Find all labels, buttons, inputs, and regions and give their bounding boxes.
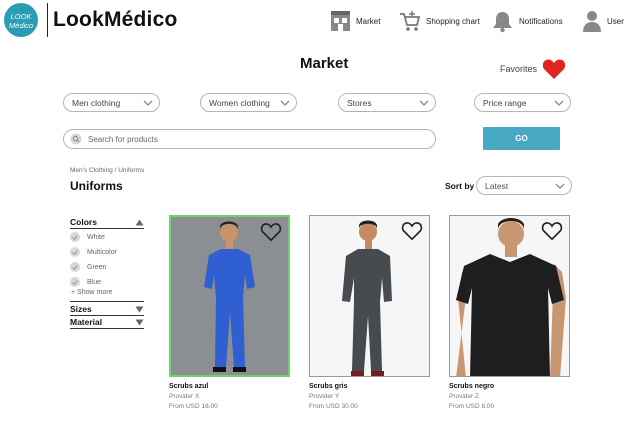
heart-outline-icon[interactable] <box>260 222 282 242</box>
chevron-down-icon <box>143 100 153 106</box>
product-name[interactable]: Scrubs azul <box>169 383 208 390</box>
divider <box>70 301 144 302</box>
product-name[interactable]: Scrubs gris <box>309 383 348 390</box>
filter-women-clothing[interactable]: Women clothing <box>200 93 297 112</box>
filter-sizes-header[interactable]: Sizes <box>70 304 144 314</box>
nav-user[interactable]: User <box>582 9 624 33</box>
product-name[interactable]: Scrubs negro <box>449 383 494 390</box>
color-option-green[interactable]: Green <box>70 262 106 272</box>
triangle-down-icon <box>135 306 144 313</box>
check-icon <box>72 279 78 285</box>
color-option-multicolor[interactable]: Multicolor <box>70 247 117 257</box>
bell-icon <box>493 11 512 32</box>
filter-colors-header[interactable]: Colors <box>70 217 144 227</box>
color-option-label: White <box>87 233 105 241</box>
favorites-label: Favorites <box>500 64 538 74</box>
checkbox[interactable] <box>70 247 80 257</box>
section-title: Uniforms <box>70 179 123 193</box>
filter-price-label: Price range <box>483 97 527 108</box>
page-title: Market <box>300 55 349 72</box>
product-provider: Provider X <box>169 393 200 400</box>
nav-notifications[interactable]: Notifications <box>491 9 563 33</box>
divider <box>70 328 144 329</box>
search-icon <box>70 133 82 145</box>
brand-name[interactable]: LookMédico <box>53 8 178 32</box>
triangle-down-icon <box>135 319 144 326</box>
product-price: From USD 30.00 <box>309 403 358 410</box>
nav-user-label: User <box>607 16 624 26</box>
color-option-label: Green <box>87 263 107 271</box>
filter-sizes-label: Sizes <box>70 304 92 314</box>
product-provider: Provider Y <box>309 393 340 400</box>
chevron-down-icon <box>555 183 565 189</box>
triangle-up-icon <box>135 219 144 226</box>
color-option-blue[interactable]: Blue <box>70 277 101 287</box>
checkbox[interactable] <box>70 262 80 272</box>
heart-filled-icon <box>542 59 566 79</box>
color-option-label: Blue <box>87 278 102 286</box>
product-card-scrubs-azul[interactable] <box>169 215 290 377</box>
search-bar[interactable] <box>63 129 436 149</box>
check-icon <box>72 249 78 255</box>
heart-outline-icon[interactable] <box>401 221 423 241</box>
product-price: From USD 8.00 <box>449 403 495 410</box>
filter-stores-label: Stores <box>347 97 372 108</box>
filter-material-header[interactable]: Material <box>70 317 144 327</box>
color-option-white[interactable]: White <box>70 232 105 242</box>
logo[interactable]: LOOK Médico <box>4 3 38 37</box>
heart-outline-icon[interactable] <box>541 221 563 241</box>
cart-icon <box>400 11 421 31</box>
store-icon <box>331 11 350 31</box>
nav-cart[interactable]: Shopping chart <box>399 9 480 33</box>
checkbox[interactable] <box>70 277 80 287</box>
go-button[interactable]: GO <box>483 127 560 150</box>
nav-market-label: Market <box>356 16 381 26</box>
favorites-link[interactable]: Favorites <box>500 58 566 80</box>
filter-material-label: Material <box>70 317 103 327</box>
color-option-label: Multicolor <box>87 248 117 256</box>
filter-price-range[interactable]: Price range <box>474 93 571 112</box>
divider <box>70 228 144 229</box>
logo-line-2: Médico <box>8 20 34 30</box>
filter-men-label: Men clothing <box>72 97 121 108</box>
filter-colors-label: Colors <box>70 217 97 227</box>
chevron-down-icon <box>280 100 290 106</box>
search-input[interactable] <box>88 134 408 144</box>
filter-women-label: Women clothing <box>209 97 270 108</box>
filter-men-clothing[interactable]: Men clothing <box>63 93 160 112</box>
check-icon <box>72 234 78 240</box>
sort-value: Latest <box>485 180 509 191</box>
user-icon <box>583 11 601 32</box>
divider <box>70 315 144 316</box>
chevron-down-icon <box>419 100 429 106</box>
nav-cart-label: Shopping chart <box>426 16 480 26</box>
product-provider: Provider Z <box>449 393 479 400</box>
logo-divider <box>47 3 48 37</box>
chevron-down-icon <box>554 100 564 106</box>
checkbox[interactable] <box>70 232 80 242</box>
sort-by-label: Sort by <box>445 181 475 191</box>
sort-select[interactable]: Latest <box>476 176 572 195</box>
product-card-scrubs-negro[interactable] <box>449 215 570 377</box>
check-icon <box>72 264 78 270</box>
nav-market[interactable]: Market <box>330 9 380 33</box>
nav-notifications-label: Notifications <box>519 16 563 26</box>
product-price: From USD 16.00 <box>169 403 218 410</box>
logo-line-1: LOOK <box>10 11 32 21</box>
breadcrumb[interactable]: Men's Clothing / Uniforms <box>70 167 144 174</box>
filter-stores[interactable]: Stores <box>338 93 436 112</box>
show-more-link[interactable]: + Show more <box>71 289 112 296</box>
product-card-scrubs-gris[interactable] <box>309 215 430 377</box>
